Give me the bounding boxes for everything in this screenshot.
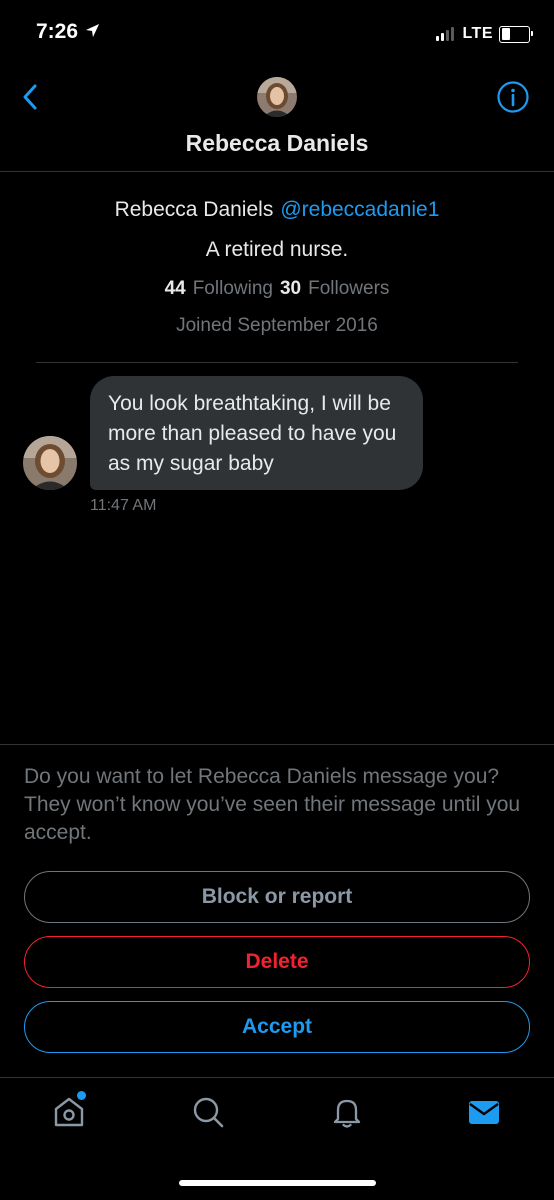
profile-bio: A retired nurse.	[205, 238, 349, 261]
delete-button[interactable]: Delete	[24, 936, 530, 988]
header-avatar[interactable]	[257, 77, 297, 117]
message-request-prompt: Do you want to let Rebecca Daniels messa…	[24, 765, 521, 844]
following-count[interactable]: 44	[165, 278, 186, 299]
status-indicators: LTE	[436, 22, 533, 46]
message-timestamp: 11:47 AM	[90, 497, 157, 514]
conversation-title[interactable]: Rebecca Daniels	[0, 130, 554, 157]
profile-joined-date: Joined September 2016	[176, 315, 378, 336]
request-panel-divider	[0, 744, 554, 745]
followers-count[interactable]: 30	[280, 278, 301, 299]
sender-avatar[interactable]	[23, 436, 77, 490]
accept-label: Accept	[241, 1015, 313, 1038]
status-time: 7:26	[36, 20, 100, 44]
tab-messages[interactable]	[466, 1094, 502, 1130]
block-or-report-label: Block or report	[201, 885, 353, 908]
battery-icon	[499, 25, 533, 43]
tab-notifications[interactable]	[329, 1094, 365, 1130]
home-notification-dot	[77, 1091, 86, 1100]
status-time-text: 7:26	[36, 20, 79, 43]
search-icon	[193, 1097, 224, 1128]
profile-divider	[36, 362, 518, 363]
signal-icon	[436, 27, 456, 41]
network-label: LTE	[462, 25, 493, 42]
followers-label[interactable]: Followers	[308, 278, 389, 299]
conversation-info-button[interactable]	[496, 80, 530, 114]
delete-label: Delete	[245, 950, 309, 973]
following-label[interactable]: Following	[193, 278, 273, 299]
dm-request-screen: 7:26 LTE Rebecca Daniels Rebecca Daniels…	[0, 0, 554, 1200]
profile-name-row[interactable]: Rebecca Daniels @rebeccadanie1	[0, 198, 554, 222]
mail-icon	[469, 1101, 499, 1124]
location-arrow-icon	[85, 20, 100, 44]
tab-bar-divider	[0, 1077, 554, 1078]
profile-stats: 44 Following 30 Followers	[0, 278, 554, 300]
block-or-report-button[interactable]: Block or report	[24, 871, 530, 923]
info-icon	[497, 81, 529, 113]
chevron-left-icon	[23, 84, 37, 110]
bell-icon	[333, 1099, 361, 1128]
home-indicator[interactable]	[179, 1180, 376, 1186]
profile-name: Rebecca Daniels	[114, 198, 274, 221]
back-button[interactable]	[16, 82, 46, 112]
accept-button[interactable]: Accept	[24, 1001, 530, 1053]
message-text: You look breathtaking, I will be more th…	[108, 392, 397, 475]
profile-handle[interactable]: @rebeccadanie1	[280, 198, 439, 221]
tab-search[interactable]	[190, 1094, 226, 1130]
message-bubble[interactable]: You look breathtaking, I will be more th…	[90, 376, 423, 490]
header-divider	[0, 171, 554, 172]
